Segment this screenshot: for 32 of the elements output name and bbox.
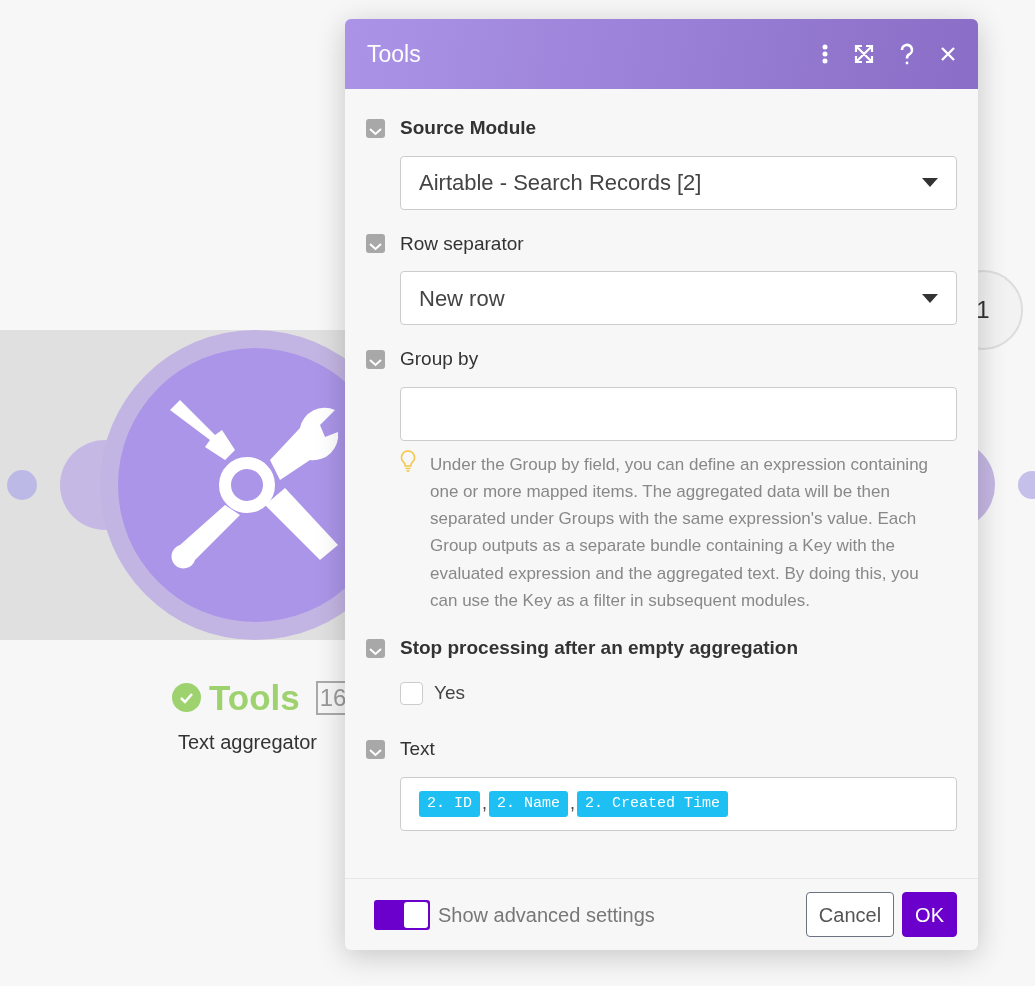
- expand-icon[interactable]: [854, 44, 874, 64]
- collapse-icon[interactable]: [366, 639, 385, 659]
- field-label: Stop processing after an empty aggregation: [400, 636, 799, 661]
- collapse-icon[interactable]: [366, 349, 385, 369]
- select-field[interactable]: Airtable - Search Records [2]: [400, 155, 957, 210]
- ok-button[interactable]: OK: [902, 892, 957, 937]
- collapse-icon[interactable]: [366, 118, 385, 138]
- checkbox-label: Yes: [434, 680, 465, 705]
- field-label: Source Module: [400, 116, 537, 140]
- module-title: Tools: [209, 680, 300, 715]
- cancel-button[interactable]: Cancel: [805, 892, 895, 937]
- field-label: Text: [400, 737, 435, 762]
- dialog-title: Tools: [367, 39, 422, 69]
- toggle-switch[interactable]: [374, 899, 430, 930]
- text-field[interactable]: 2. ID , 2. Name , 2. Created Time: [400, 776, 957, 831]
- success-icon: [172, 683, 201, 712]
- field-label: Row separator: [400, 231, 524, 256]
- collapse-icon[interactable]: [366, 740, 385, 760]
- input-field[interactable]: [400, 386, 957, 441]
- select-field[interactable]: New row: [400, 271, 957, 325]
- more-icon[interactable]: [822, 44, 828, 64]
- checkbox[interactable]: [400, 681, 423, 705]
- caret-icon: [922, 178, 938, 187]
- help-icon[interactable]: [900, 43, 914, 65]
- lightbulb-icon: [400, 450, 416, 472]
- collapse-icon[interactable]: [366, 234, 385, 254]
- toggle-label: Show advanced settings: [438, 902, 656, 928]
- close-icon[interactable]: [940, 46, 956, 62]
- hint-text: Under the Group by field, you can define an expression containing one or more mapped items. The aggregated data will be then separated under Groups with the same expression's value. Each Group outputs as a separate bundle containing a Key with the evaluated expression and the aggregated text. By doing this, you can use the Key as a filter in subsequent modules.: [430, 453, 930, 612]
- field-label: Group by: [400, 347, 479, 371]
- caret-icon: [922, 293, 938, 303]
- module-subtitle: Text aggregator: [178, 730, 317, 755]
